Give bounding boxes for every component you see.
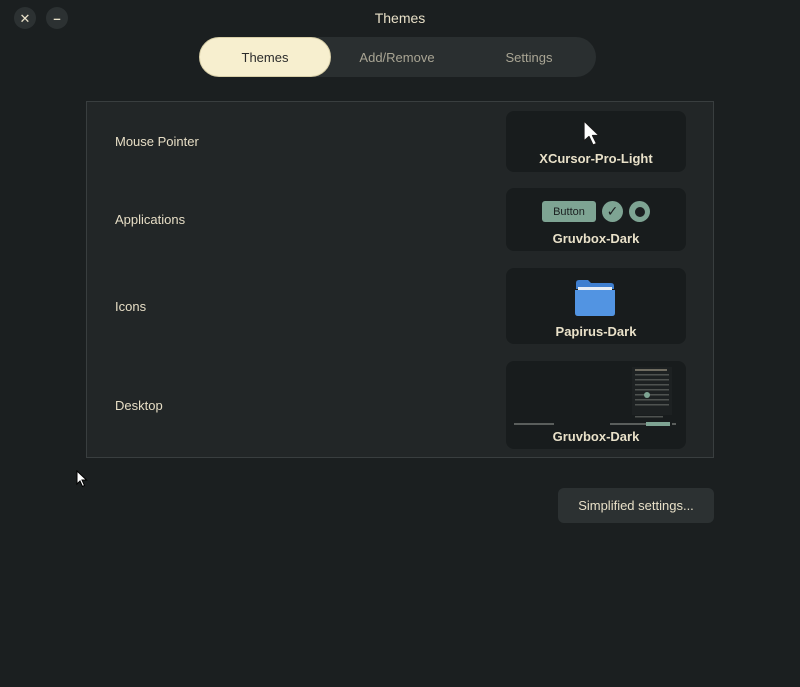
tab-themes[interactable]: Themes [199, 37, 331, 77]
mouse-pointer-theme-button[interactable]: XCursor-Pro-Light [506, 111, 686, 172]
simplified-settings-button[interactable]: Simplified settings... [558, 488, 714, 523]
icons-label: Icons [115, 299, 147, 314]
desktop-preview-thumbnail [514, 367, 676, 426]
icons-theme-name: Papirus-Dark [555, 324, 637, 339]
preview-button: Button [542, 201, 596, 222]
tab-bar: Themes Add/Remove Settings [199, 37, 596, 77]
applications-theme-name: Gruvbox-Dark [552, 231, 640, 246]
radio-icon [629, 201, 650, 222]
check-icon: ✓ [602, 201, 623, 222]
cursor-arrow-icon [583, 120, 600, 146]
desktop-theme-name: Gruvbox-Dark [552, 429, 640, 444]
themes-panel: Mouse Pointer XCursor-Pro-Light Applicat… [86, 101, 714, 458]
mouse-pointer-theme-name: XCursor-Pro-Light [539, 151, 653, 166]
window-title: Themes [374, 10, 426, 26]
folder-icon [575, 280, 615, 316]
tab-settings[interactable]: Settings [463, 37, 595, 77]
mouse-cursor-icon [76, 470, 88, 488]
mouse-pointer-label: Mouse Pointer [115, 134, 199, 149]
titlebar: ✕ – Themes [0, 0, 800, 36]
desktop-label: Desktop [115, 398, 163, 413]
applications-label: Applications [115, 212, 186, 227]
desktop-theme-button[interactable]: Gruvbox-Dark [506, 361, 686, 449]
tab-add-remove[interactable]: Add/Remove [331, 37, 463, 77]
applications-theme-button[interactable]: Button ✓ Gruvbox-Dark [506, 188, 686, 251]
icons-theme-button[interactable]: Papirus-Dark [506, 268, 686, 344]
